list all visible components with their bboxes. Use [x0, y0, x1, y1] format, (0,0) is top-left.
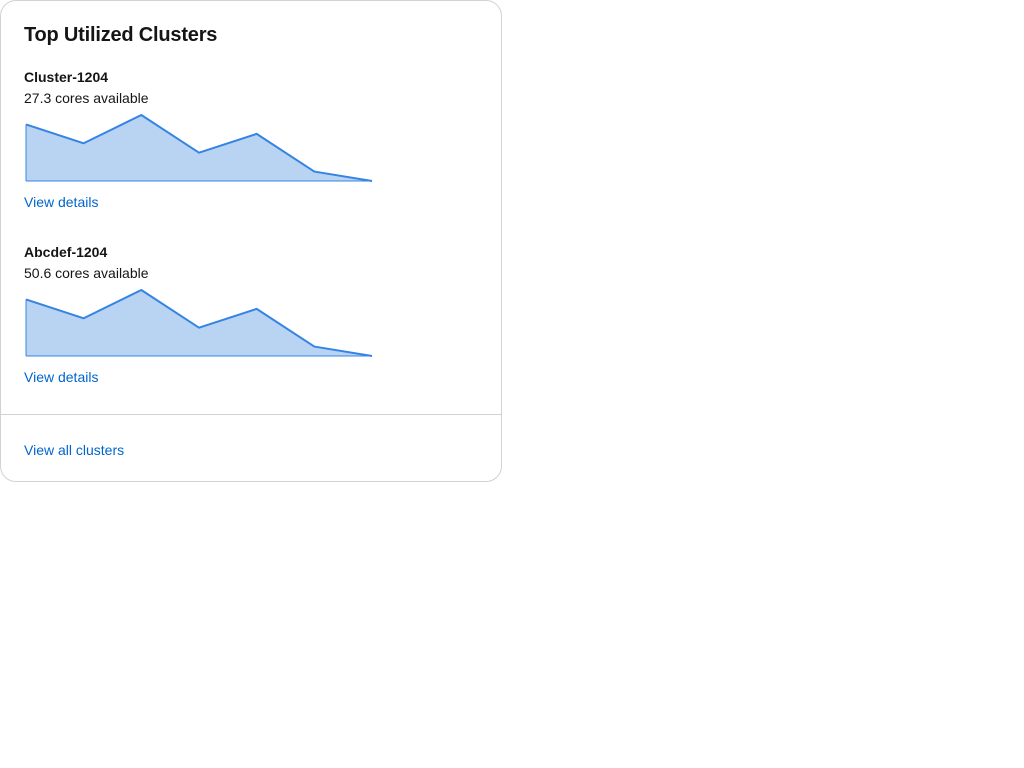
view-details-link[interactable]: View details	[24, 367, 98, 387]
card-title: Top Utilized Clusters	[24, 24, 218, 46]
cluster-cores-available: 50.6 cores available	[24, 265, 149, 281]
cluster-name: Cluster-1204	[24, 69, 109, 85]
cluster-item: Abcdef-1204 50.6 cores available View de…	[24, 242, 484, 385]
view-details-link[interactable]: View details	[24, 192, 98, 212]
cluster-sparkline	[25, 114, 373, 182]
cluster-sparkline	[25, 289, 373, 357]
cluster-cores-available: 27.3 cores available	[24, 90, 149, 106]
card-divider	[1, 414, 501, 415]
view-all-clusters-link[interactable]: View all clusters	[24, 440, 124, 460]
top-utilized-clusters-card: Top Utilized Clusters Cluster-1204 27.3 …	[0, 0, 502, 482]
cluster-name: Abcdef-1204	[24, 244, 108, 260]
sparkline-area	[26, 115, 372, 181]
sparkline-area	[26, 290, 372, 356]
cluster-item: Cluster-1204 27.3 cores available View d…	[24, 67, 484, 210]
